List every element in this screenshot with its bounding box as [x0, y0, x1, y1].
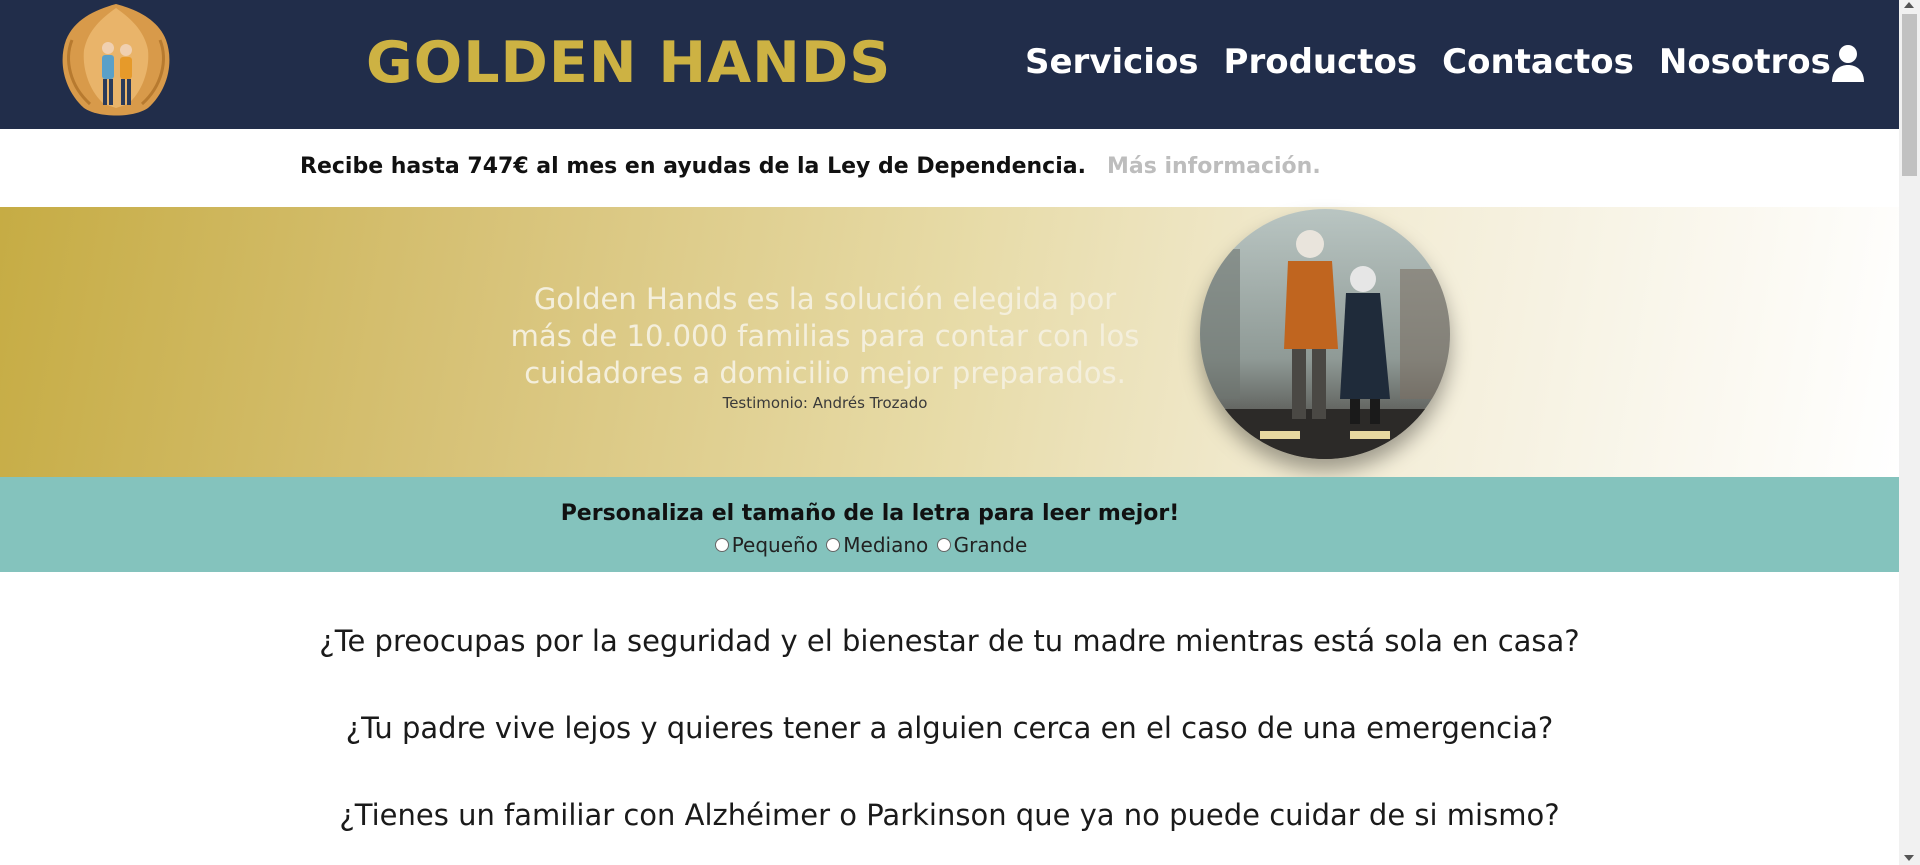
font-size-large[interactable]: Grande	[935, 533, 1028, 557]
main-nav: Servicios Productos Contactos Nosotros	[1025, 42, 1831, 82]
question-alzheimer: ¿Tienes un familiar con Alzhéimer o Park…	[339, 798, 1560, 832]
radio-medium[interactable]	[826, 538, 841, 552]
nav-contactos[interactable]: Contactos	[1442, 42, 1634, 82]
font-size-small-label: Pequeño	[731, 533, 818, 557]
hero-banner: Golden Hands es la solución elegida por …	[0, 207, 1899, 477]
nav-nosotros[interactable]: Nosotros	[1659, 42, 1831, 82]
testimonial-citation: Testimonio: Andrés Trozado	[722, 394, 928, 412]
question-father: ¿Tu padre vive lejos y quieres tener a a…	[345, 711, 1554, 745]
radio-large[interactable]	[936, 538, 951, 552]
subsidy-info: Recibe hasta 747€ al mes en ayudas de la…	[300, 154, 1321, 179]
font-size-title: Personaliza el tamaño de la letra para l…	[560, 501, 1180, 526]
font-size-large-label: Grande	[953, 533, 1028, 557]
font-size-medium-label: Mediano	[843, 533, 929, 557]
elderly-couple-photo	[1200, 209, 1450, 459]
brand-name: GOLDEN HANDS	[366, 30, 892, 96]
scroll-down-arrow-icon[interactable]	[1904, 855, 1914, 861]
subsidy-text: Recibe hasta 747€ al mes en ayudas de la…	[300, 154, 1086, 179]
font-size-medium[interactable]: Mediano	[824, 533, 928, 557]
radio-small[interactable]	[714, 538, 729, 552]
nav-productos[interactable]: Productos	[1224, 42, 1418, 82]
user-icon[interactable]	[1830, 44, 1866, 82]
nav-servicios[interactable]: Servicios	[1025, 42, 1199, 82]
font-size-selector: Personaliza el tamaño de la letra para l…	[0, 477, 1899, 572]
scroll-thumb[interactable]	[1902, 14, 1917, 176]
scroll-up-arrow-icon[interactable]	[1904, 2, 1914, 8]
site-header: GOLDEN HANDS Servicios Productos Contact…	[0, 0, 1899, 129]
question-mother: ¿Te preocupas por la seguridad y el bien…	[319, 624, 1580, 658]
page: GOLDEN HANDS Servicios Productos Contact…	[0, 0, 1899, 865]
page-scrollbar[interactable]	[1899, 0, 1920, 865]
more-info-link[interactable]: Más información.	[1107, 154, 1321, 179]
font-size-options: Pequeño Mediano Grande	[0, 533, 1740, 557]
font-size-small[interactable]: Pequeño	[713, 533, 818, 557]
golden-hands-logo[interactable]	[54, 0, 178, 120]
testimonial-quote: Golden Hands es la solución elegida por …	[510, 282, 1140, 390]
